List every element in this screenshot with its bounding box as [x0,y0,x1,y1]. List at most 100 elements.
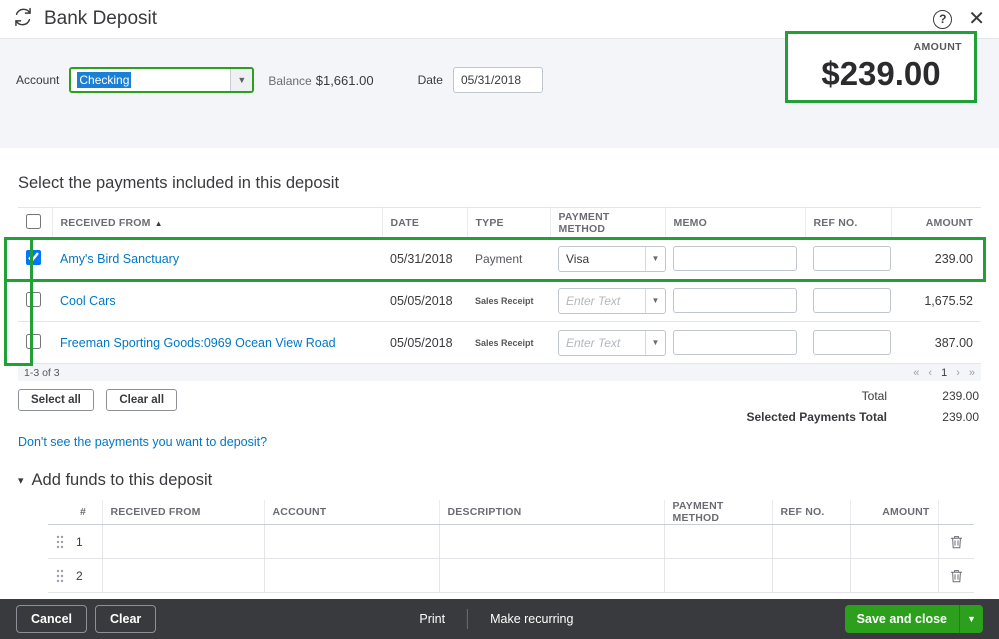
bulk-buttons: Select all Clear all [18,389,185,431]
memo-input[interactable] [673,330,797,355]
payment-row: Freeman Sporting Goods:0969 Ocean View R… [18,322,981,364]
received-from-link[interactable]: Cool Cars [60,294,116,308]
delete-row-button[interactable] [950,535,963,549]
ref-no-cell[interactable] [772,559,850,593]
received-from-link[interactable]: Amy's Bird Sanctuary [60,252,179,266]
payment-method-select[interactable]: Visa ▼ [558,246,666,272]
account-select[interactable]: Checking ▼ [69,67,254,93]
description-cell[interactable] [439,559,664,593]
recurring-icon [12,6,34,33]
memo-input[interactable] [673,288,797,313]
col-memo[interactable]: MEMO [665,208,805,238]
totals-block: Total 239.00 Selected Payments Total 239… [747,389,982,431]
payment-amount: 387.00 [891,322,981,364]
payment-date: 05/05/2018 [382,280,467,322]
add-funds-toggle[interactable]: ▾ Add funds to this deposit [18,471,981,490]
col-payment-method: PAYMENT METHOD [664,500,772,525]
chevron-down-icon[interactable]: ▼ [645,247,665,271]
payment-date: 05/05/2018 [382,322,467,364]
col-payment-method[interactable]: PAYMENT METHOD [550,208,665,238]
add-funds-row: 2 [48,559,974,593]
save-and-close-button[interactable]: Save and close [845,605,959,633]
last-page-icon[interactable]: » [969,367,975,379]
col-account: ACCOUNT [264,500,439,525]
selected-total-value: 239.00 [887,410,979,424]
row-number: 2 [72,559,102,593]
row-checkbox[interactable] [26,250,41,265]
account-label: Account [16,73,59,87]
select-all-button[interactable]: Select all [18,389,94,411]
help-icon[interactable]: ? [933,10,952,29]
payments-header-row: RECEIVED FROM▲ DATE TYPE PAYMENT METHOD … [18,208,981,238]
add-funds-table-wrap: # RECEIVED FROM ACCOUNT DESCRIPTION PAYM… [48,500,974,593]
payment-method-select[interactable]: Enter Text ▼ [558,288,666,314]
pagination-bar: 1-3 of 3 « ‹ 1 › » [18,364,981,381]
received-from-cell[interactable] [102,525,264,559]
first-page-icon[interactable]: « [913,367,919,379]
close-icon[interactable]: ✕ [968,9,985,29]
deposit-info-band: Account Checking ▼ Balance $1,661.00 Date… [0,38,999,148]
clear-button[interactable]: Clear [95,605,156,633]
col-type[interactable]: TYPE [467,208,550,238]
received-from-link[interactable]: Freeman Sporting Goods:0969 Ocean View R… [60,336,336,350]
date-label: Date [418,73,443,87]
received-from-cell[interactable] [102,559,264,593]
col-date[interactable]: DATE [382,208,467,238]
col-received-from[interactable]: RECEIVED FROM▲ [52,208,382,238]
payment-method-select[interactable]: Enter Text ▼ [558,330,666,356]
chevron-down-icon[interactable]: ▼ [230,69,252,91]
account-cell[interactable] [264,559,439,593]
memo-input[interactable] [673,246,797,271]
payment-method-cell[interactable] [664,559,772,593]
select-all-checkbox[interactable] [26,214,41,229]
make-recurring-button[interactable]: Make recurring [490,612,573,626]
cancel-button[interactable]: Cancel [16,605,87,633]
row-number: 1 [72,525,102,559]
date-group: Date [418,67,543,93]
col-amount[interactable]: AMOUNT [891,208,981,238]
chevron-down-icon[interactable]: ▼ [645,289,665,313]
print-button[interactable]: Print [419,612,445,626]
payment-row: Cool Cars 05/05/2018 Sales Receipt Enter… [18,280,981,322]
save-options-caret-icon[interactable]: ▼ [959,605,983,633]
payment-type: Sales Receipt [467,322,550,364]
payments-table: RECEIVED FROM▲ DATE TYPE PAYMENT METHOD … [18,207,981,364]
amount-cell[interactable] [850,525,938,559]
pager-controls: « ‹ 1 › » [913,367,975,379]
current-page[interactable]: 1 [941,367,947,379]
date-input[interactable] [453,67,543,93]
missing-payments-link[interactable]: Don't see the payments you want to depos… [18,435,267,449]
row-checkbox[interactable] [26,334,41,349]
ref-no-input[interactable] [813,246,891,271]
col-ref-no: REF NO. [772,500,850,525]
clear-all-button[interactable]: Clear all [106,389,177,411]
payment-amount: 239.00 [891,238,981,280]
ref-no-cell[interactable] [772,525,850,559]
payments-section-title: Select the payments included in this dep… [18,174,981,193]
col-received-from: RECEIVED FROM [102,500,264,525]
delete-row-button[interactable] [950,569,963,583]
table-actions: Select all Clear all Total 239.00 Select… [18,389,981,431]
balance-value: $1,661.00 [316,73,374,88]
payment-method-cell[interactable] [664,525,772,559]
drag-handle-icon[interactable] [56,569,64,583]
page-title: Bank Deposit [44,8,157,30]
drag-handle-icon[interactable] [56,535,64,549]
ref-no-input[interactable] [813,330,891,355]
chevron-down-icon[interactable]: ▼ [645,331,665,355]
col-description: DESCRIPTION [439,500,664,525]
topbar-actions: ? ✕ [933,9,985,29]
prev-page-icon[interactable]: ‹ [928,367,932,379]
amount-cell[interactable] [850,559,938,593]
description-cell[interactable] [439,525,664,559]
row-checkbox[interactable] [26,292,41,307]
col-ref-no[interactable]: REF NO. [805,208,891,238]
add-funds-row: 1 [48,525,974,559]
next-page-icon[interactable]: › [956,367,960,379]
account-cell[interactable] [264,525,439,559]
payment-row: Amy's Bird Sanctuary 05/31/2018 Payment … [18,238,981,280]
balance-label: Balance [268,74,311,88]
ref-no-input[interactable] [813,288,891,313]
title-group: Bank Deposit [12,6,157,33]
add-funds-header-row: # RECEIVED FROM ACCOUNT DESCRIPTION PAYM… [48,500,974,525]
